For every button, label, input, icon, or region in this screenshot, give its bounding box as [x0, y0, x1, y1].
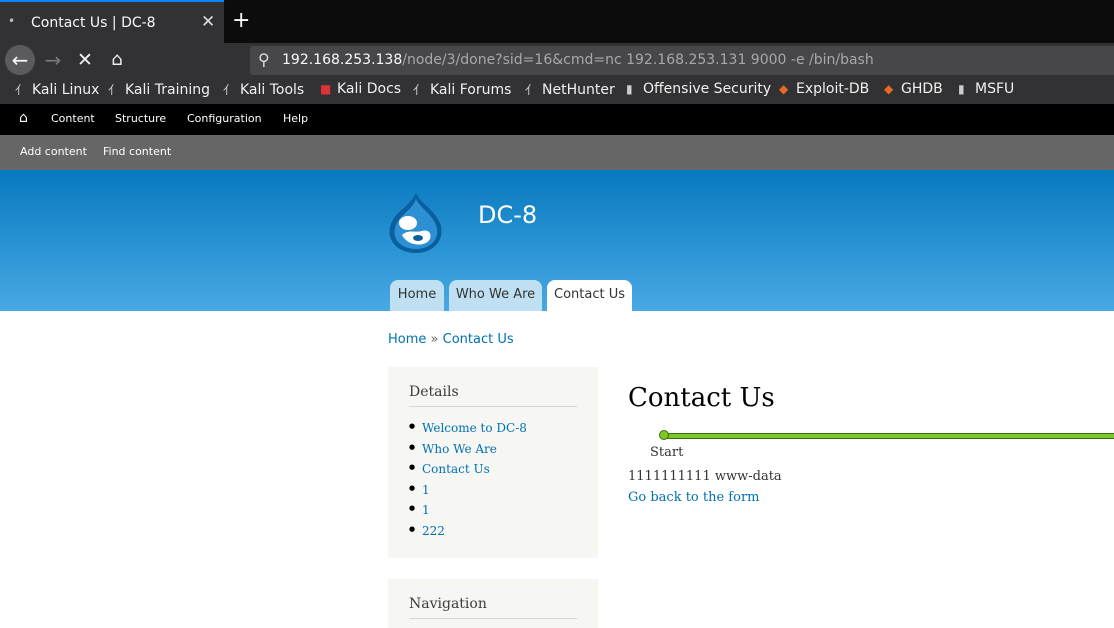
- bookmark-kali-docs[interactable]: ■ Kali Docs: [320, 81, 401, 97]
- bookmarks-bar: ⺅ Kali Linux ⺅ Kali Training ⺅ Kali Tools ■…: [0, 78, 1114, 104]
- breadcrumb-separator: »: [430, 332, 439, 347]
- divider: [409, 618, 577, 619]
- home-icon[interactable]: ⌂: [19, 110, 28, 126]
- tab-loading-icon: •: [8, 14, 16, 28]
- bookmark-label: Offensive Security: [643, 81, 772, 97]
- block-title: Details: [409, 384, 459, 400]
- search-icon: ⚲: [258, 50, 270, 69]
- site-name[interactable]: DC-8: [478, 201, 537, 229]
- browser-nav-bar: ← → ✕ ⌂ ⚲ 192.168.253.138/node/3/done?si…: [0, 43, 1114, 78]
- list-item[interactable]: 222: [409, 524, 527, 545]
- list-item[interactable]: Welcome to DC-8: [409, 421, 527, 442]
- bookmark-label: MSFU: [975, 81, 1015, 97]
- tab-contact-us[interactable]: Contact Us: [547, 280, 632, 311]
- bookmark-label: Exploit-DB: [796, 81, 870, 97]
- bookmark-kali-training[interactable]: ⺅ Kali Training: [108, 81, 210, 98]
- nethunter-icon: ⺅: [525, 83, 538, 97]
- back-to-form-link[interactable]: Go back to the form: [628, 490, 760, 505]
- msfu-icon: ▮: [958, 82, 965, 96]
- admin-toolbar: ⌂ Content Structure Configuration Help: [0, 104, 1114, 135]
- browser-tab-bar: • Contact Us | DC-8 ✕ +: [0, 0, 1114, 43]
- toolbar-help[interactable]: Help: [283, 112, 308, 125]
- docs-icon: ■: [320, 82, 332, 96]
- submission-message: 1111111111 www-data: [628, 469, 782, 484]
- exploit-db-icon: ◆: [779, 82, 789, 96]
- site-header: DC-8 Home Who We Are Contact Us: [0, 170, 1114, 311]
- home-icon[interactable]: ⌂: [102, 45, 132, 75]
- url-bar[interactable]: ⚲ 192.168.253.138/node/3/done?sid=16&cmd…: [250, 46, 1114, 75]
- bookmark-exploit-db[interactable]: ◆ Exploit-DB: [779, 81, 869, 97]
- offsec-icon: ▮: [626, 82, 633, 96]
- close-icon[interactable]: ✕: [201, 12, 215, 32]
- shortcuts-bar: Add content Find content: [0, 135, 1114, 170]
- kali-dragon-icon: ⺅: [223, 83, 236, 97]
- divider: [409, 406, 577, 407]
- toolbar-structure[interactable]: Structure: [115, 112, 166, 125]
- tab-title: Contact Us | DC-8: [31, 15, 156, 31]
- browser-tab[interactable]: • Contact Us | DC-8 ✕: [0, 0, 224, 43]
- details-block: Details Welcome to DC-8 Who We Are Conta…: [388, 367, 598, 558]
- list-item[interactable]: 1: [409, 503, 527, 524]
- url-path: /node/3/done?sid=16&cmd=nc 192.168.253.1…: [402, 52, 874, 68]
- bookmark-kali-forums[interactable]: ⺅ Kali Forums: [413, 81, 511, 98]
- tab-who-we-are[interactable]: Who We Are: [449, 280, 542, 311]
- navigation-block: Navigation: [388, 579, 598, 628]
- bookmark-offensive-security[interactable]: ▮ Offensive Security: [626, 81, 771, 97]
- bookmark-label: GHDB: [901, 81, 943, 97]
- bookmark-label: Kali Training: [125, 82, 210, 98]
- kali-dragon-icon: ⺅: [413, 83, 426, 97]
- bookmark-kali-linux[interactable]: ⺅ Kali Linux: [15, 81, 99, 98]
- bookmark-label: NetHunter: [542, 82, 615, 98]
- toolbar-content[interactable]: Content: [51, 112, 95, 125]
- breadcrumb-current[interactable]: Contact Us: [443, 332, 514, 347]
- stop-icon[interactable]: ✕: [70, 45, 100, 75]
- forward-arrow-icon[interactable]: →: [38, 45, 68, 75]
- progress-start-marker: [659, 430, 669, 440]
- kali-dragon-icon: ⺅: [108, 83, 121, 97]
- page-title: Contact Us: [628, 383, 775, 413]
- url-host: 192.168.253.138: [282, 52, 403, 68]
- list-item[interactable]: 1: [409, 483, 527, 504]
- bookmark-label: Kali Linux: [32, 82, 100, 98]
- ghdb-icon: ◆: [884, 82, 894, 96]
- toolbar-configuration[interactable]: Configuration: [187, 112, 262, 125]
- bookmark-nethunter[interactable]: ⺅ NetHunter: [525, 81, 615, 98]
- progress-bar: [666, 433, 1114, 439]
- shortcut-find-content[interactable]: Find content: [103, 145, 171, 158]
- back-arrow-icon[interactable]: ←: [5, 45, 35, 75]
- bookmark-msfu[interactable]: ▮ MSFU: [958, 81, 1014, 97]
- block-title: Navigation: [409, 596, 487, 612]
- bookmark-label: Kali Tools: [240, 82, 305, 98]
- progress-label: Start: [650, 445, 684, 460]
- breadcrumb-home[interactable]: Home: [388, 332, 426, 347]
- drupal-logo[interactable]: [386, 191, 446, 255]
- details-list: Welcome to DC-8 Who We Are Contact Us 1 …: [409, 421, 527, 545]
- list-item[interactable]: Contact Us: [409, 462, 527, 483]
- new-tab-icon[interactable]: +: [232, 8, 250, 34]
- breadcrumb: Home » Contact Us: [388, 332, 514, 347]
- kali-dragon-icon: ⺅: [15, 83, 28, 97]
- url-text[interactable]: 192.168.253.138/node/3/done?sid=16&cmd=n…: [282, 52, 874, 68]
- bookmark-label: Kali Docs: [337, 81, 402, 97]
- shortcut-add-content[interactable]: Add content: [20, 145, 87, 158]
- bookmark-kali-tools[interactable]: ⺅ Kali Tools: [223, 81, 304, 98]
- list-item[interactable]: Who We Are: [409, 442, 527, 463]
- tab-home[interactable]: Home: [390, 280, 444, 311]
- bookmark-ghdb[interactable]: ◆ GHDB: [884, 81, 943, 97]
- bookmark-label: Kali Forums: [430, 82, 512, 98]
